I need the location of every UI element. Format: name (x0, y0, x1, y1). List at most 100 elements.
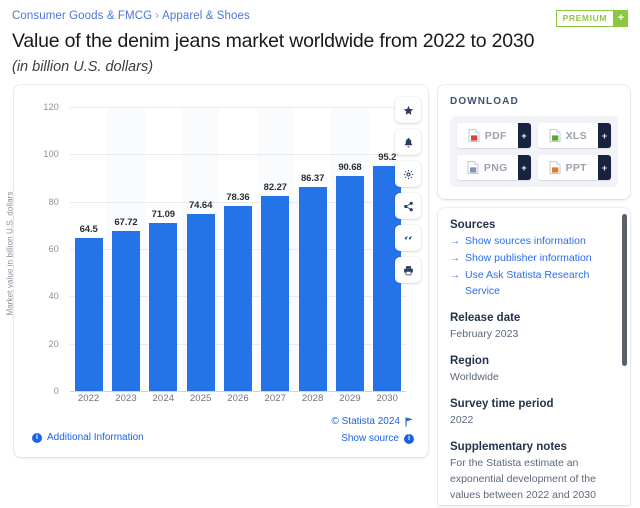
bar-value-label: 67.72 (114, 216, 138, 228)
download-ppt-button[interactable]: PPT + (537, 155, 611, 180)
bar[interactable] (335, 176, 364, 391)
x-tick-label: 2026 (227, 393, 249, 404)
x-tick-label: 2024 (152, 393, 175, 404)
premium-badge-plus-icon[interactable]: + (614, 10, 628, 27)
breadcrumb: Consumer Goods & FMCG › Apparel & Shoes (12, 9, 628, 23)
bar-column[interactable]: 74.64 (182, 107, 219, 391)
source-link[interactable]: → Show sources information (450, 233, 616, 250)
arrow-right-icon: → (450, 253, 460, 264)
download-pdf-main[interactable]: PDF (457, 123, 518, 148)
premium-badge[interactable]: PREMIUM + (555, 10, 628, 27)
download-xls-label: XLS (565, 129, 587, 142)
download-ppt-main[interactable]: PPT (537, 155, 598, 180)
show-source-link[interactable]: Show source i (341, 433, 414, 444)
download-ppt-plus[interactable]: + (598, 155, 611, 180)
download-pdf-plus[interactable]: + (517, 123, 531, 148)
y-tick-0: 0 (53, 386, 59, 396)
bar[interactable] (186, 214, 215, 391)
breadcrumb-item-subcategory[interactable]: Apparel & Shoes (162, 10, 250, 22)
x-tick-label: 2022 (77, 393, 100, 404)
premium-badge-label: PREMIUM (555, 10, 614, 27)
scrollbar-thumb[interactable] (622, 214, 627, 366)
download-heading: DOWNLOAD (450, 96, 519, 107)
notification-bell-icon[interactable] (395, 129, 421, 155)
ppt-file-icon (549, 161, 561, 174)
flag-icon[interactable] (405, 417, 414, 427)
x-tick-label: 2029 (339, 393, 361, 404)
chart-footer: i Additional Information © Statista 2024… (14, 405, 428, 457)
bar-column[interactable]: 82.27 (257, 107, 294, 391)
bar-value-label: 90.68 (338, 162, 362, 174)
bar-column[interactable]: 86.37 (294, 107, 331, 391)
bar[interactable] (223, 205, 252, 391)
details-scrollbar[interactable] (622, 214, 627, 480)
pdf-file-icon (468, 129, 480, 142)
source-links: → Show sources information → Show publisher… (450, 233, 616, 299)
source-link-label: Use Ask Statista Research Service (465, 269, 590, 297)
source-link[interactable]: → Use Ask Statista Research Service (450, 267, 616, 299)
additional-information-label: Additional Information (47, 432, 144, 443)
y-axis-labels: 120 100 80 60 40 20 0 (14, 102, 66, 396)
favorite-star-icon[interactable] (395, 97, 421, 123)
download-png-plus[interactable]: + (517, 155, 531, 180)
y-axis-title: Market value in billion U.S. dollars (5, 191, 15, 316)
supplementary-notes-heading: Supplementary notes (450, 441, 567, 453)
share-icon[interactable] (395, 193, 421, 219)
page-header: Consumer Goods & FMCG › Apparel & Shoes Va… (0, 0, 640, 77)
bar[interactable] (111, 230, 140, 391)
download-png-button[interactable]: PNG + (457, 155, 531, 180)
y-tick-20: 20 (48, 338, 59, 349)
source-link-label: Show publisher information (465, 252, 592, 264)
source-link-label: Show sources information (465, 235, 586, 247)
survey-time-period-value: 2022 (450, 414, 474, 426)
bar[interactable] (149, 222, 178, 391)
x-tick-label: 2025 (189, 393, 212, 404)
bar-value-label: 64.5 (79, 224, 98, 236)
info-icon: i (32, 432, 42, 443)
bar-value-label: 86.37 (300, 172, 325, 184)
y-tick-100: 100 (43, 149, 59, 160)
bar-value-label: 78.36 (226, 191, 250, 203)
download-png-main[interactable]: PNG (457, 155, 518, 180)
statista-chart-page: Consumer Goods & FMCG › Apparel & Shoes Va… (0, 0, 640, 508)
bar-column[interactable]: 90.68 (331, 107, 368, 391)
region-value: Worldwide (450, 371, 499, 383)
print-icon[interactable] (395, 257, 421, 283)
bar[interactable] (298, 186, 327, 391)
plot-area: 64.5 67.72 71.09 74.64 78.36 82.27 86.37 90.68 9… (70, 107, 406, 392)
bar-column[interactable]: 78.36 (219, 107, 256, 391)
download-xls-plus[interactable]: + (598, 123, 611, 148)
png-file-icon (467, 161, 479, 174)
source-link[interactable]: → Show publisher information (450, 250, 616, 267)
bar-column[interactable]: 67.72 (107, 107, 144, 391)
y-tick-40: 40 (48, 291, 59, 302)
bar[interactable] (74, 238, 103, 391)
additional-information-link[interactable]: i Additional Information (32, 432, 144, 443)
copyright-label: © Statista 2024 (331, 416, 400, 427)
details-card: Sources → Show sources information → Show p… (438, 208, 630, 505)
bar-column[interactable]: 71.09 (145, 107, 182, 391)
breadcrumb-separator: › (155, 10, 160, 22)
download-ppt-label: PPT (565, 161, 587, 174)
arrow-right-icon: → (450, 270, 460, 281)
x-tick-label: 2027 (264, 393, 287, 404)
chart-toolbar (395, 97, 421, 283)
download-xls-main[interactable]: XLS (537, 123, 598, 148)
info-icon: i (404, 433, 414, 444)
download-pdf-label: PDF (484, 129, 507, 142)
sources-heading: Sources (450, 219, 496, 231)
arrow-right-icon: → (450, 236, 460, 247)
download-pdf-button[interactable]: PDF + (457, 123, 531, 148)
y-tick-120: 120 (43, 102, 59, 112)
show-source-label: Show source (341, 433, 399, 444)
y-tick-80: 80 (48, 196, 59, 207)
download-xls-button[interactable]: XLS + (537, 123, 611, 148)
copyright: © Statista 2024 (331, 416, 414, 427)
bar[interactable] (261, 196, 290, 391)
release-date-heading: Release date (450, 312, 521, 324)
settings-gear-icon[interactable] (395, 161, 421, 187)
citation-quote-icon[interactable] (395, 225, 421, 251)
bar-column[interactable]: 64.5 (70, 107, 107, 391)
download-png-label: PNG (483, 161, 508, 174)
breadcrumb-item-category[interactable]: Consumer Goods & FMCG (12, 10, 152, 22)
